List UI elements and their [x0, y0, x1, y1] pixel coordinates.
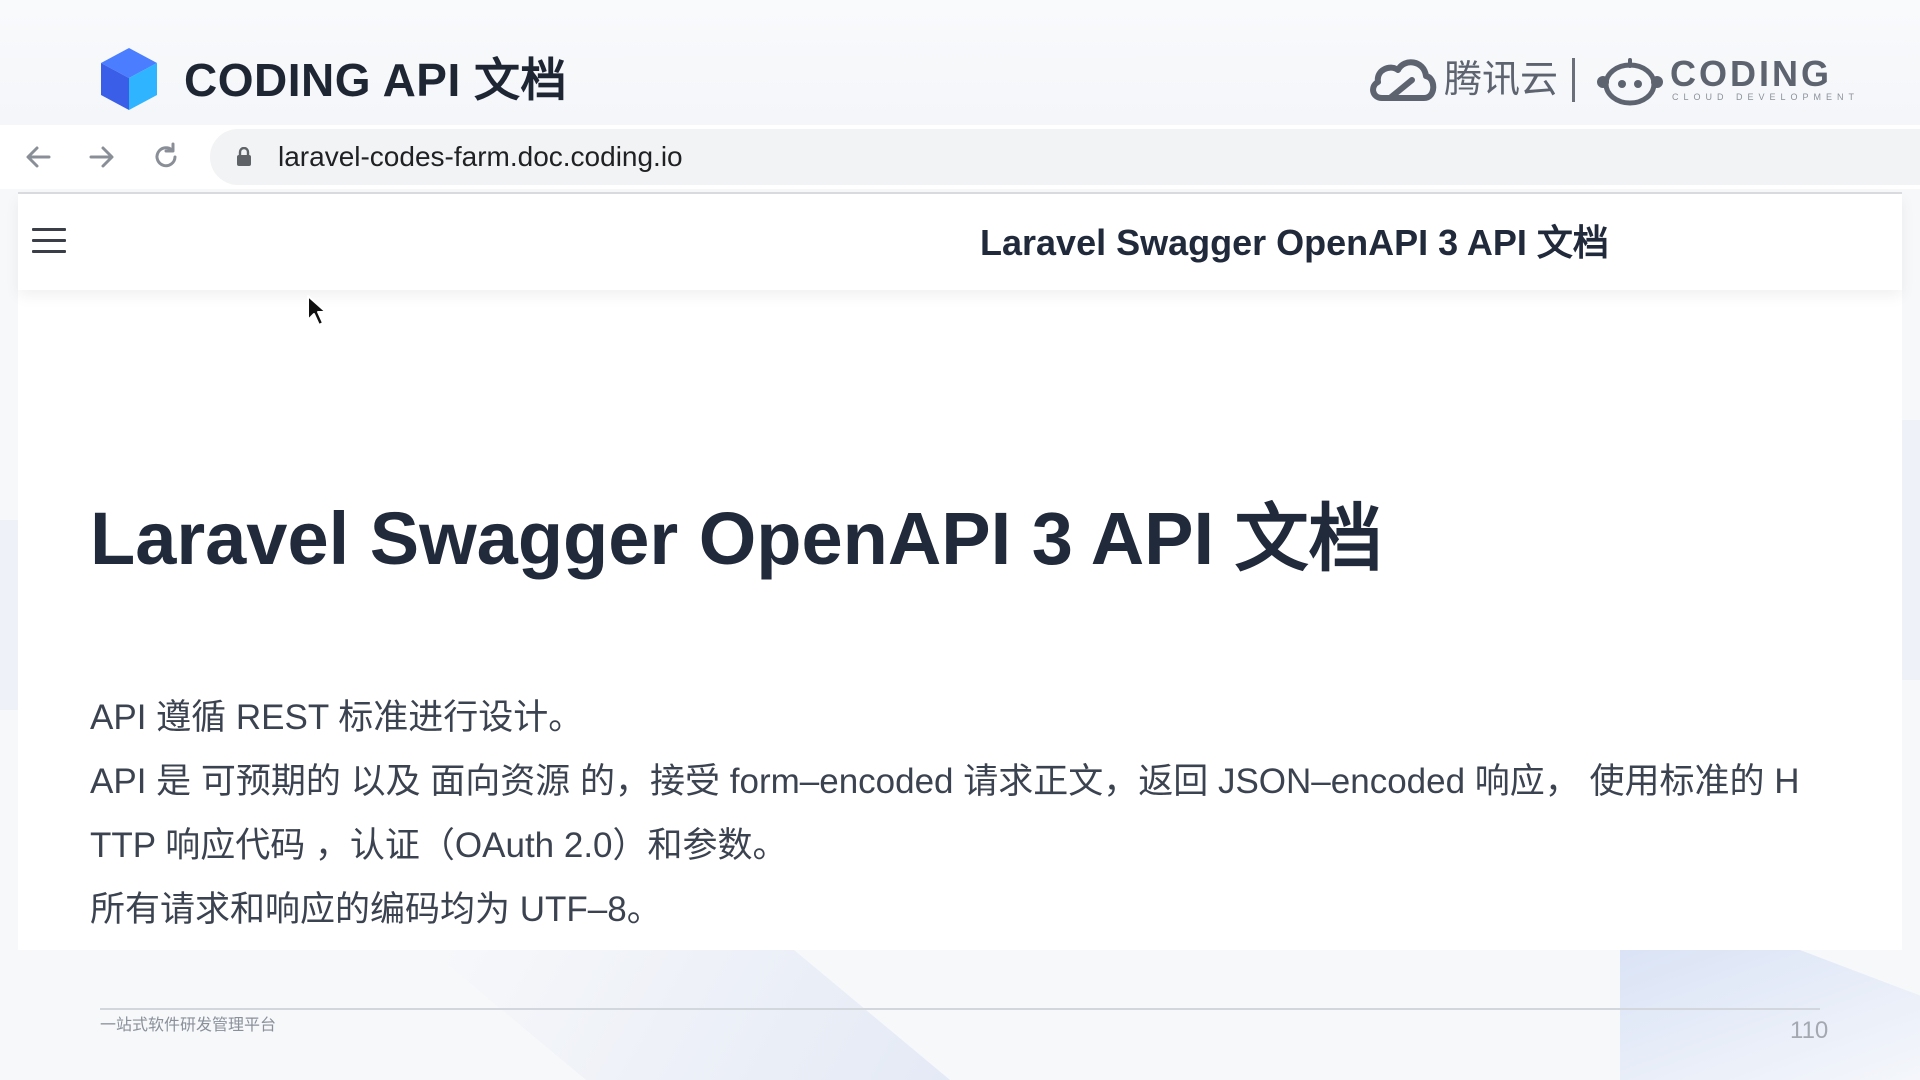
reload-icon [155, 142, 177, 168]
description-paragraph-line-2: TTP 响应代码 ，认证（OAuth 2.0）和参数。 [90, 826, 788, 865]
background-shape [430, 950, 950, 1080]
footer-divider [100, 1008, 1820, 1010]
encoding-paragraph: 所有请求和响应的编码均为 UTF–8。 [90, 890, 662, 929]
cube-logo-icon [101, 48, 157, 110]
tencent-cloud-wordmark: 腾讯云 [1444, 59, 1559, 101]
background-shape [1900, 420, 1920, 680]
page-heading: Laravel Swagger OpenAPI 3 API 文档 [90, 497, 1383, 580]
back-button[interactable] [18, 137, 58, 177]
lock-icon [237, 147, 251, 166]
coding-wordmark: CODING [1670, 53, 1832, 94]
brand-divider [1572, 58, 1575, 102]
coding-monkey-icon [1597, 58, 1663, 106]
web-page: Laravel Swagger OpenAPI 3 API 文档 Laravel… [18, 194, 1902, 950]
slide-title: CODING API 文档 [184, 54, 568, 106]
url-text: laravel-codes-farm.doc.coding.io [278, 141, 683, 172]
hamburger-menu-icon[interactable] [32, 224, 66, 258]
page-header: Laravel Swagger OpenAPI 3 API 文档 [18, 194, 1902, 290]
browser-toolbar: laravel-codes-farm.doc.coding.io [0, 125, 1920, 189]
background-shape [0, 520, 18, 710]
coding-tagline: CLOUD DEVELOPMENT [1672, 92, 1860, 102]
page-number: 110 [1790, 1017, 1829, 1044]
brand-logos: 腾讯云 CODING CLOUD DEVELOPMENT [1368, 52, 1854, 108]
forward-arrow-icon [89, 146, 114, 168]
mouse-cursor-icon [307, 295, 327, 326]
back-arrow-icon [26, 146, 51, 168]
slide-header: CODING API 文档 腾讯云 CODING CLOUD DEVELOPME… [0, 0, 1920, 125]
reload-button[interactable] [146, 137, 186, 177]
intro-paragraph: API 遵循 REST 标准进行设计。 [90, 698, 584, 737]
description-paragraph-line-1: API 是 可预期的 以及 面向资源 的，接受 form–encoded 请求正… [90, 762, 1800, 801]
forward-button[interactable] [82, 137, 122, 177]
address-bar[interactable]: laravel-codes-farm.doc.coding.io [210, 129, 1920, 185]
background-shape [1620, 950, 1920, 1080]
tencent-cloud-icon [1370, 59, 1437, 101]
header-title: Laravel Swagger OpenAPI 3 API 文档 [980, 222, 1609, 263]
footer-tagline: 一站式软件研发管理平台 [100, 1017, 277, 1034]
